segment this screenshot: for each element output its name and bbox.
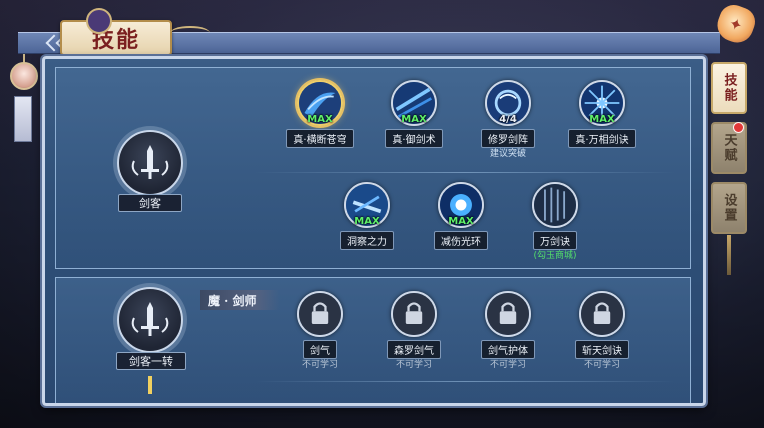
lock-icon[interactable] [297,291,343,337]
charm-tag [14,96,32,142]
skill-note: 不可学习 [395,360,432,370]
tab-skills[interactable]: 技能 [711,62,747,114]
lock-icon[interactable] [391,291,437,337]
row-divider [255,381,675,382]
tassel-ornament [727,235,731,275]
class-label-2: 剑客一转 [116,352,186,370]
skill-level: 4/4 [499,114,517,125]
skill-note: 建议突破 [489,149,526,159]
rank-indicator [148,376,152,394]
lock-icon[interactable] [579,291,625,337]
cloud-ornament-icon [86,8,112,34]
skill-name: 真·御剑术 [385,129,443,148]
skill-name: 真·横断苍穹 [286,129,354,148]
skill-note: (勾玉商城) [533,251,577,261]
skill-level: MAX [448,216,474,227]
skill-level: MAX [401,114,427,125]
skill-level: MAX [307,114,333,125]
class-emblem-1[interactable] [117,130,183,196]
tab-settings[interactable]: 设置 [711,182,747,234]
charm-ornament-icon [10,62,38,90]
skill-ten-thousand-swords-icon[interactable] [532,182,578,228]
skill-note: 不可学习 [489,360,526,370]
red-dot-icon [733,122,744,133]
class-label-1: 剑客 [118,194,182,212]
skill-name: 减伤光环 [434,231,488,250]
sword-emblem-icon [131,145,169,179]
sword-emblem-icon [131,302,169,336]
skill-note: 不可学习 [583,360,620,370]
skill-level: MAX [589,114,615,125]
skill-name: 洞察之力 [340,231,394,250]
skill-note: 不可学习 [301,360,338,370]
title-plate: 技能 [60,8,210,56]
lock-icon[interactable] [485,291,531,337]
class-emblem-2[interactable] [117,287,183,353]
subclass-tag: 魔 · 剑师 [200,290,280,310]
swirl-ornament-icon [170,26,210,40]
skill-name: 真·万相剑诀 [568,129,636,148]
skill-level: MAX [354,216,380,227]
row-divider [255,172,675,173]
